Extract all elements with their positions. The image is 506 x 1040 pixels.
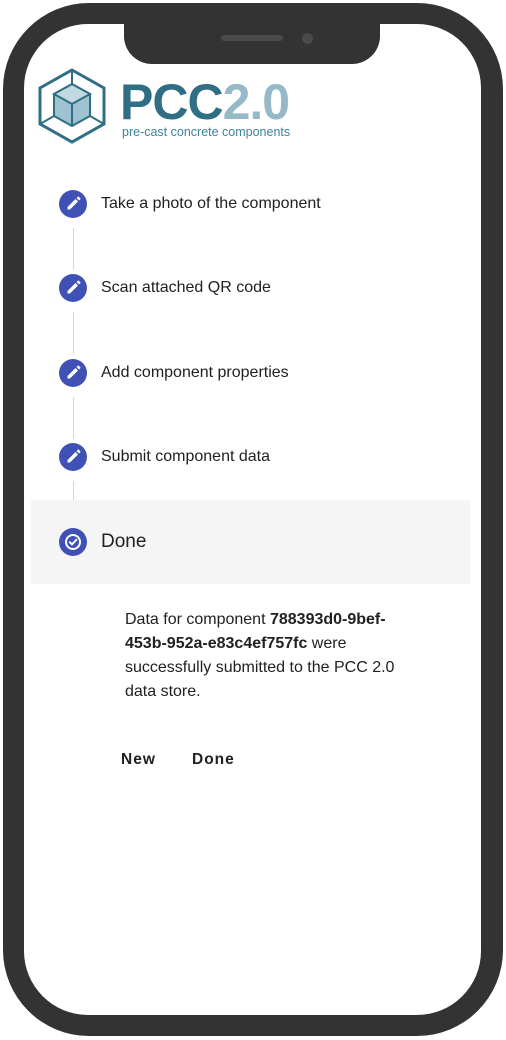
check-icon	[59, 528, 87, 556]
success-message: Data for component 788393d0-9bef-453b-95…	[125, 608, 425, 704]
edit-icon	[59, 443, 87, 471]
step-submit-data[interactable]: Submit component data	[31, 415, 470, 499]
app-logo: PCC2.0 pre-cast concrete components	[38, 68, 308, 144]
step-label: Submit component data	[101, 448, 270, 465]
message-prefix: Data for component	[125, 611, 270, 628]
logo-version: 2.0	[222, 74, 291, 130]
edit-icon	[59, 274, 87, 302]
logo-name: PCC	[120, 74, 224, 130]
step-label: Done	[101, 531, 147, 552]
step-scan-qr[interactable]: Scan attached QR code	[31, 246, 470, 330]
front-camera	[302, 33, 313, 44]
edit-icon	[59, 190, 87, 218]
phone-notch	[124, 22, 380, 64]
new-button[interactable]: New	[121, 744, 156, 776]
edit-icon	[59, 359, 87, 387]
logo-tagline: pre-cast concrete components	[122, 125, 291, 139]
speaker-grille	[221, 35, 283, 41]
cube-logo-icon	[38, 68, 106, 144]
step-label: Scan attached QR code	[101, 279, 271, 296]
step-label: Take a photo of the component	[101, 195, 321, 212]
step-label: Add component properties	[101, 364, 289, 381]
step-add-properties[interactable]: Add component properties	[31, 331, 470, 415]
step-done[interactable]: Done	[31, 500, 470, 584]
step-take-photo[interactable]: Take a photo of the component	[31, 162, 470, 246]
done-button[interactable]: Done	[192, 744, 235, 776]
logo-wordmark: PCC2.0	[120, 72, 291, 132]
